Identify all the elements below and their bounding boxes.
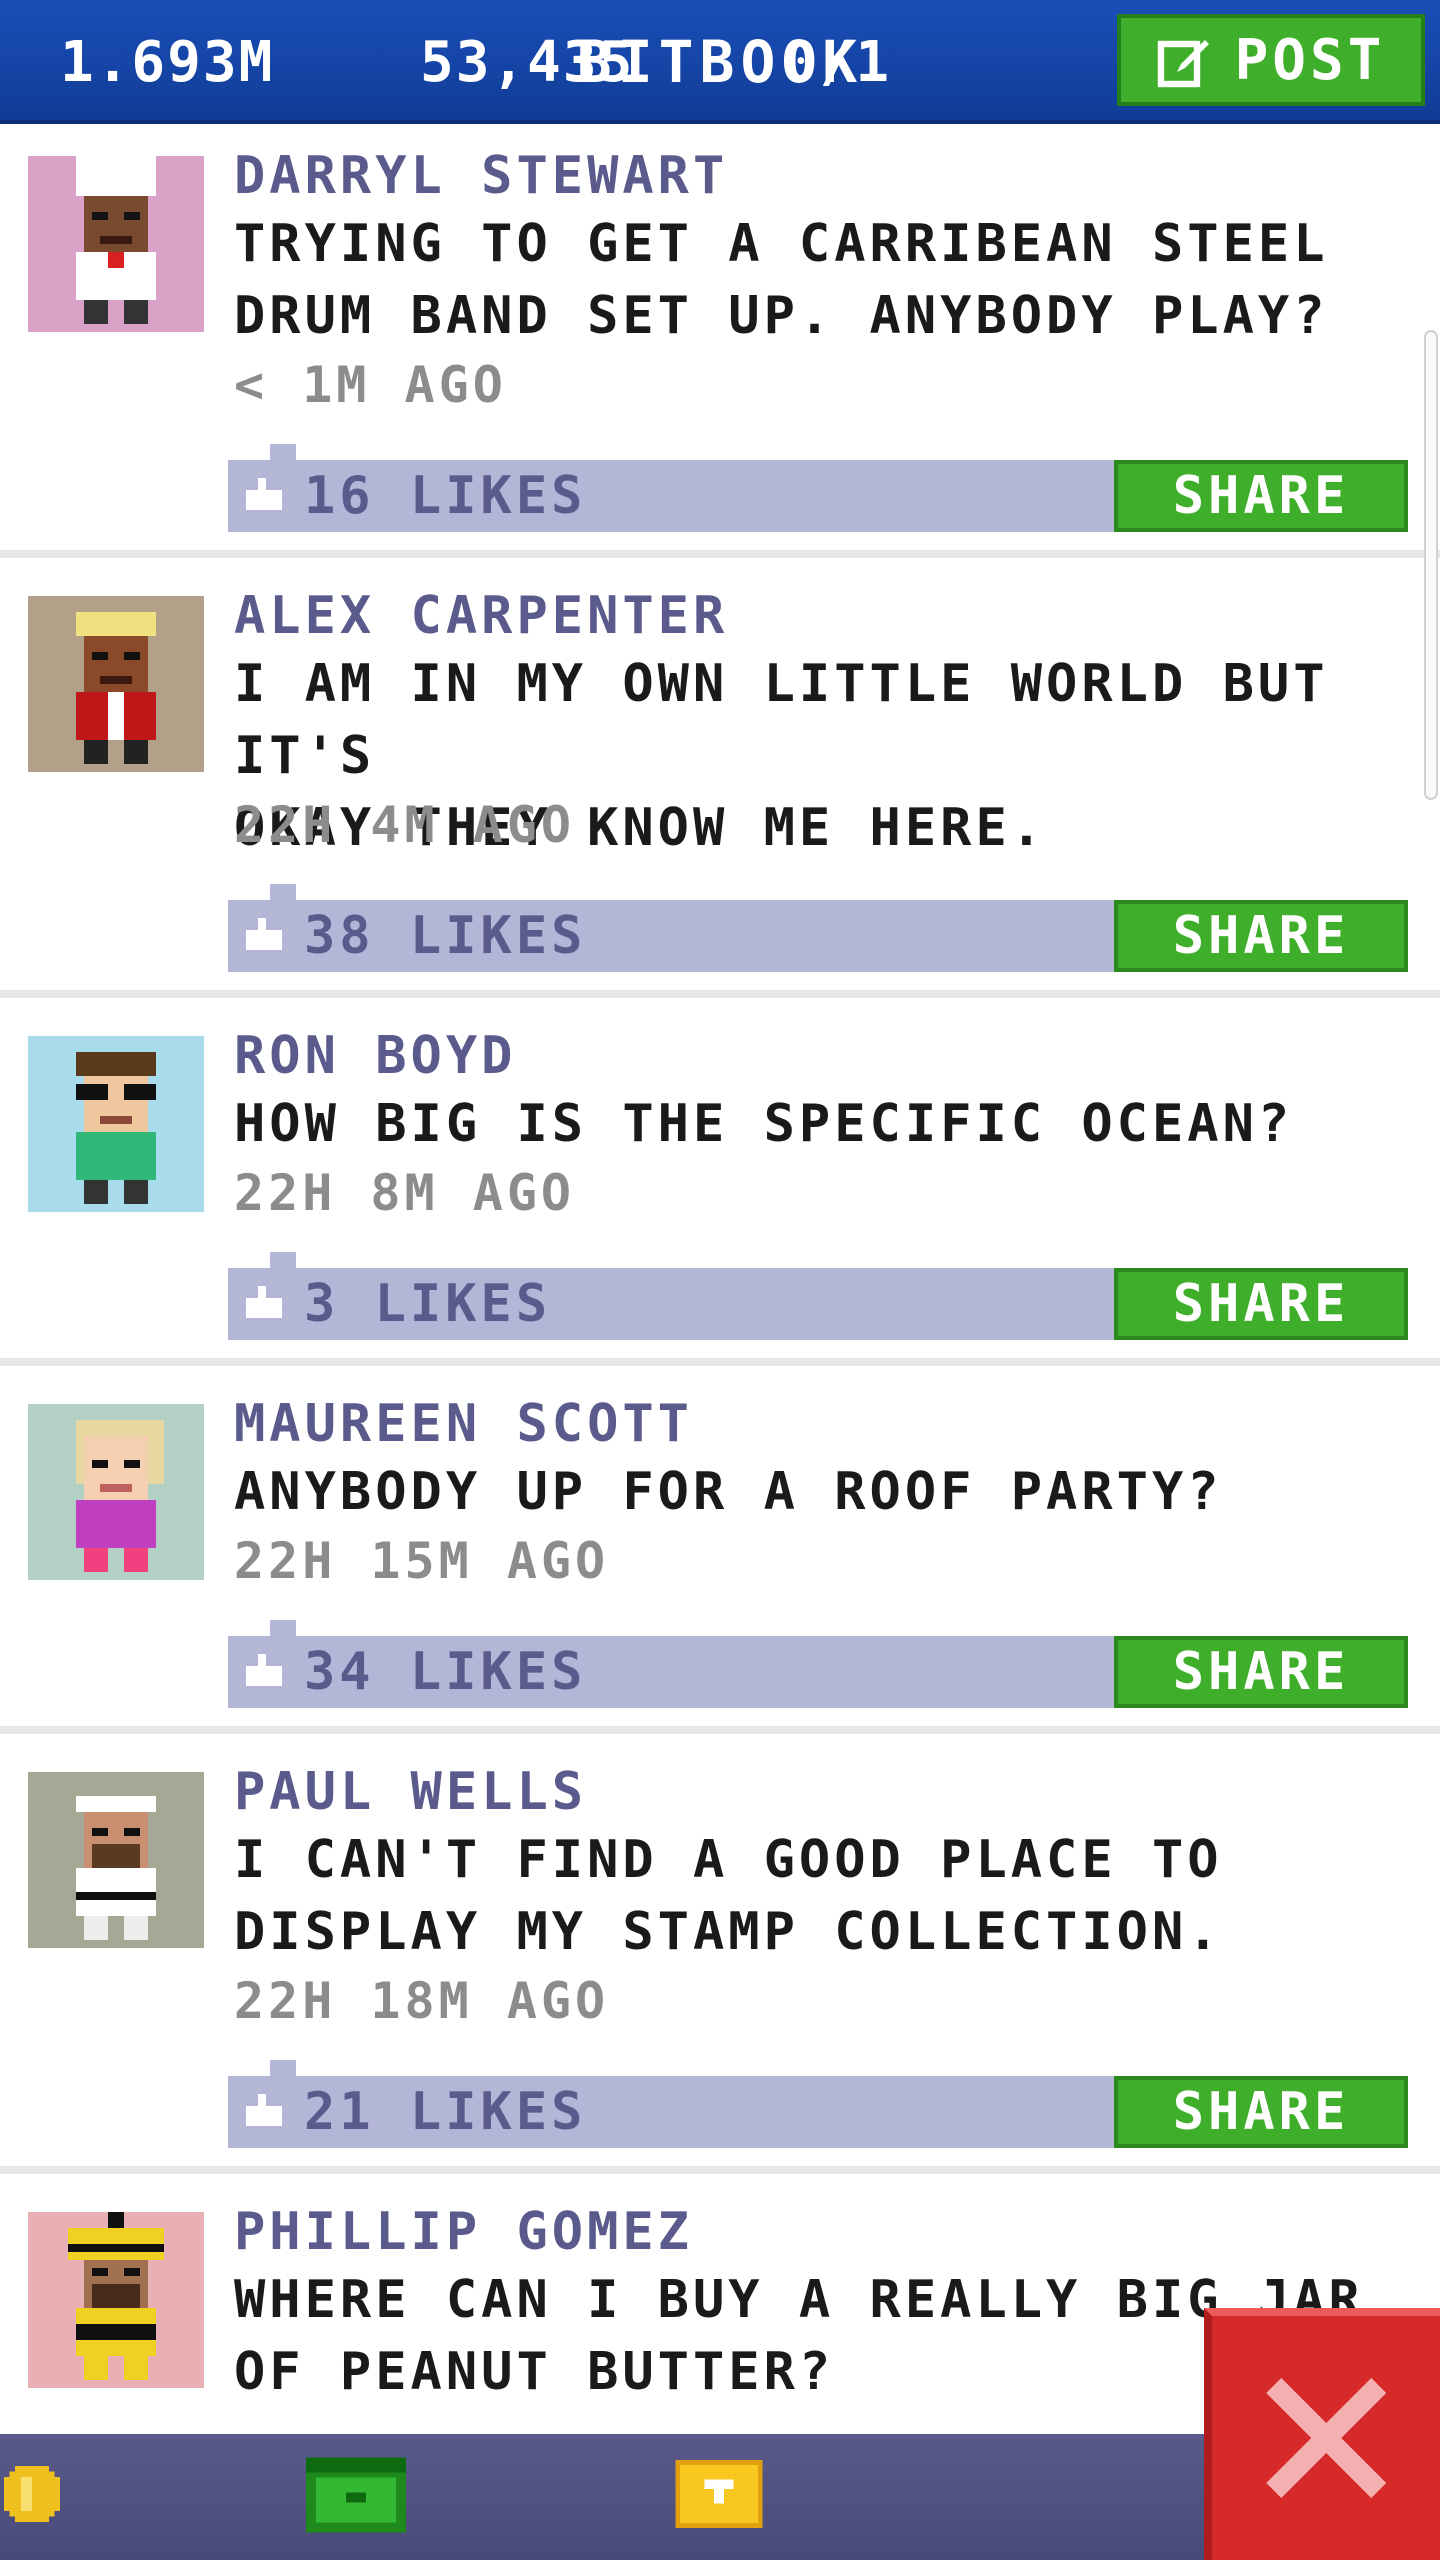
like-bar-tab	[270, 1252, 296, 1268]
like-bar-tab	[270, 2060, 296, 2076]
share-button[interactable]: SHARE	[1114, 460, 1408, 532]
post-timestamp: 22H 15M AGO	[234, 1532, 610, 1590]
author-name[interactable]: MAUREEN SCOTT	[234, 1394, 693, 1454]
ticket-count: 0/1	[784, 30, 892, 95]
bux-icon	[306, 2457, 406, 2533]
like-count: 34 LIKES	[304, 1642, 587, 1702]
post-divider	[0, 1358, 1440, 1366]
avatar[interactable]	[28, 1036, 204, 1212]
like-count: 16 LIKES	[304, 466, 587, 526]
share-button[interactable]: SHARE	[1114, 1636, 1408, 1708]
post-message-line: ANYBODY UP FOR A ROOF PARTY?	[234, 1462, 1223, 1522]
share-button[interactable]: SHARE	[1114, 2076, 1408, 2148]
like-count: 3 LIKES	[304, 1274, 552, 1334]
coin-icon	[4, 2466, 60, 2522]
post-message-line: I AM IN MY OWN LITTLE WORLD BUT IT'S	[234, 654, 1329, 786]
post-message-line: DRUM BAND SET UP. ANYBODY PLAY?	[234, 286, 1329, 346]
chef-avatar-icon	[28, 156, 204, 332]
like-bar-tab	[270, 444, 296, 460]
post-button-label: POST	[1234, 27, 1386, 93]
post-divider	[0, 1726, 1440, 1734]
like-bar-tab	[270, 884, 296, 900]
like-bar[interactable]: 3 LIKES SHARE	[228, 1252, 1408, 1340]
author-name[interactable]: DARRYL STEWART	[234, 146, 728, 206]
post-message-line: TRYING TO GET A CARRIBEAN STEEL	[234, 214, 1329, 274]
post-divider	[0, 990, 1440, 998]
glasses-avatar-icon	[28, 1036, 204, 1212]
post-message: ANYBODY UP FOR A ROOF PARTY?	[234, 1456, 1424, 1528]
post-message: I CAN'T FIND A GOOD PLACE TO DISPLAY MY …	[234, 1824, 1424, 1968]
share-button[interactable]: SHARE	[1114, 900, 1408, 972]
like-bar[interactable]: 34 LIKES SHARE	[228, 1620, 1408, 1708]
avatar[interactable]	[28, 1772, 204, 1948]
karate-avatar-icon	[28, 1772, 204, 1948]
author-name[interactable]: RON BOYD	[234, 1026, 516, 1086]
thumbs-up-icon	[246, 478, 282, 510]
post-message: TRYING TO GET A CARRIBEAN STEEL DRUM BAN…	[234, 208, 1424, 352]
avatar[interactable]	[28, 2212, 204, 2388]
post-timestamp: 22H 4M AGO	[234, 796, 576, 854]
feed-post: RON BOYD HOW BIG IS THE SPECIFIC OCEAN? …	[0, 1004, 1440, 1366]
post-divider	[0, 550, 1440, 558]
like-bar[interactable]: 16 LIKES SHARE	[228, 444, 1408, 532]
post-divider	[0, 2166, 1440, 2174]
author-name[interactable]: ALEX CARPENTER	[234, 586, 728, 646]
avatar[interactable]	[28, 1404, 204, 1580]
like-bar[interactable]: 21 LIKES SHARE	[228, 2060, 1408, 2148]
thumbs-up-icon	[246, 918, 282, 950]
close-icon	[1266, 2378, 1386, 2498]
thumbs-up-icon	[246, 1654, 282, 1686]
feed-post: ALEX CARPENTER I AM IN MY OWN LITTLE WOR…	[0, 564, 1440, 998]
avatar[interactable]	[28, 156, 204, 332]
bee-avatar-icon	[28, 2212, 204, 2388]
post-button[interactable]: POST	[1117, 14, 1425, 106]
scrollbar[interactable]	[1424, 330, 1438, 800]
post-timestamp: 22H 18M AGO	[234, 1972, 610, 2030]
post-timestamp: 22H 8M AGO	[234, 1164, 576, 1222]
compose-icon	[1157, 40, 1209, 88]
thumbs-up-icon	[246, 2094, 282, 2126]
bux-balance: 53,435	[420, 30, 635, 95]
avatar[interactable]	[28, 596, 204, 772]
share-button[interactable]: SHARE	[1114, 1268, 1408, 1340]
coin-balance: 1.693M	[60, 30, 275, 95]
like-count: 38 LIKES	[304, 906, 587, 966]
post-message-line: HOW BIG IS THE SPECIFIC OCEAN?	[234, 1094, 1294, 1154]
blonde-avatar-icon	[28, 1404, 204, 1580]
like-bar[interactable]: 38 LIKES SHARE	[228, 884, 1408, 972]
feed-post: DARRYL STEWART TRYING TO GET A CARRIBEAN…	[0, 124, 1440, 558]
feed-post: MAUREEN SCOTT ANYBODY UP FOR A ROOF PART…	[0, 1372, 1440, 1734]
like-count: 21 LIKES	[304, 2082, 587, 2142]
post-message-line: I CAN'T FIND A GOOD PLACE TO	[234, 1830, 1223, 1890]
ticket-icon	[675, 2460, 763, 2528]
author-name[interactable]: PHILLIP GOMEZ	[234, 2202, 693, 2262]
post-timestamp: < 1M AGO	[234, 356, 507, 414]
feed-post: PAUL WELLS I CAN'T FIND A GOOD PLACE TO …	[0, 1740, 1440, 2174]
thumbs-up-icon	[246, 1286, 282, 1318]
post-message: HOW BIG IS THE SPECIFIC OCEAN?	[234, 1088, 1424, 1160]
waiter-avatar-icon	[28, 596, 204, 772]
like-bar-tab	[270, 1620, 296, 1636]
author-name[interactable]: PAUL WELLS	[234, 1762, 587, 1822]
close-button[interactable]	[1204, 2308, 1440, 2560]
post-message-line: DISPLAY MY STAMP COLLECTION.	[234, 1902, 1223, 1962]
